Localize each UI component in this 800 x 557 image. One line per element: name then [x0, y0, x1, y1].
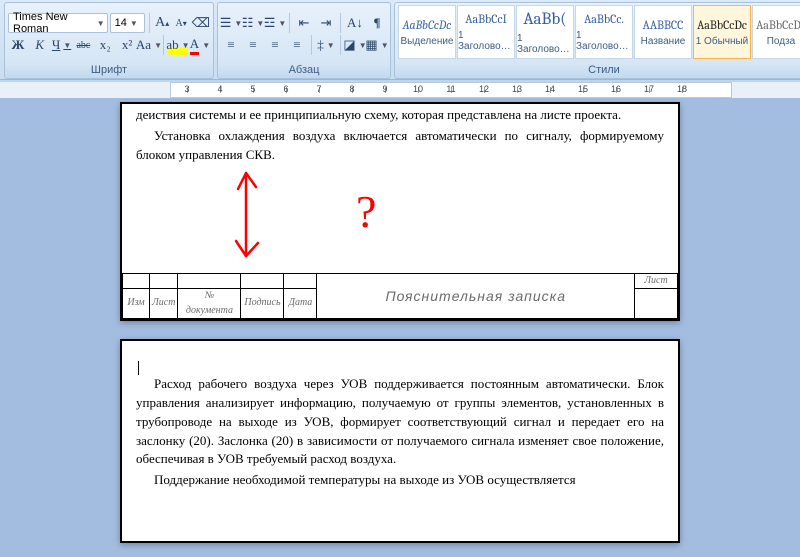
- underline-button[interactable]: Ч▼: [52, 35, 72, 55]
- numbering-button[interactable]: ☷▼: [243, 13, 263, 33]
- shrink-font-button[interactable]: A▾: [173, 13, 190, 33]
- group-font-label: Шрифт: [8, 63, 210, 78]
- sort-button[interactable]: A↓: [345, 13, 365, 33]
- style-item[interactable]: AaBbCcDc1 Обычный: [693, 5, 751, 59]
- align-left-button[interactable]: ≡: [221, 35, 241, 55]
- group-styles: AaBbCcDcВыделениеAaBbCcI1 Заголово…AaBb(…: [394, 2, 800, 79]
- annotation-arrow-icon: [216, 161, 336, 271]
- style-gallery[interactable]: AaBbCcDcВыделениеAaBbCcI1 Заголово…AaBb(…: [398, 5, 800, 59]
- style-item[interactable]: AaBb(1 Заголово…: [516, 5, 574, 59]
- paragraph[interactable]: Поддержание необходимой температуры на в…: [136, 471, 664, 490]
- ribbon: Times New Roman ▼ 14 ▼ A▴ A▾ ⌫ Ж К Ч▼ ab…: [0, 0, 800, 80]
- paragraph[interactable]: Установка охлаждения воздуха включается …: [136, 127, 664, 165]
- style-item[interactable]: AABBCCНазвание: [634, 5, 692, 59]
- group-para-label: Абзац: [221, 63, 387, 78]
- annotation-question-mark: ?: [356, 179, 376, 246]
- font-name-combo[interactable]: Times New Roman ▼: [8, 13, 108, 33]
- document-area[interactable]: деиствия системы и ее принципиальную схе…: [0, 98, 800, 557]
- grow-font-button[interactable]: A▴: [154, 13, 171, 33]
- bullets-button[interactable]: ☰▼: [221, 13, 241, 33]
- style-item[interactable]: AaBbCcDcВыделение: [398, 5, 456, 59]
- align-justify-button[interactable]: ≡: [287, 35, 307, 55]
- font-color-button[interactable]: A▼: [190, 35, 210, 55]
- font-name-value: Times New Roman: [13, 11, 94, 35]
- chevron-down-icon: ▼: [127, 19, 138, 28]
- clear-format-button[interactable]: ⌫: [192, 13, 210, 33]
- paragraph[interactable]: деиствия системы и ее принципиальную схе…: [136, 106, 664, 125]
- subscript-button[interactable]: x₂: [95, 35, 115, 55]
- chevron-down-icon: ▼: [94, 19, 105, 28]
- increase-indent-button[interactable]: ⇥: [316, 13, 336, 33]
- multilevel-button[interactable]: ☲▼: [265, 13, 285, 33]
- decrease-indent-button[interactable]: ⇤: [294, 13, 314, 33]
- group-styles-label: Стили: [398, 63, 800, 78]
- style-item[interactable]: AaBbCc.1 Заголово…: [575, 5, 633, 59]
- line-spacing-button[interactable]: ‡▼: [316, 35, 336, 55]
- italic-button[interactable]: К: [30, 35, 50, 55]
- group-paragraph: ☰▼ ☷▼ ☲▼ ⇤ ⇥ A↓ ¶ ≡ ≡ ≡ ≡ ‡▼ ◪▼ ▦▼: [217, 2, 391, 79]
- page-2: Расход рабочего воздуха через УОВ поддер…: [120, 339, 680, 543]
- group-font: Times New Roman ▼ 14 ▼ A▴ A▾ ⌫ Ж К Ч▼ ab…: [4, 2, 214, 79]
- font-size-value: 14: [115, 17, 127, 29]
- strike-button[interactable]: abc: [73, 35, 93, 55]
- sheet-label: Лист: [635, 273, 678, 289]
- align-center-button[interactable]: ≡: [243, 35, 263, 55]
- align-right-button[interactable]: ≡: [265, 35, 285, 55]
- text-cursor: [138, 361, 139, 375]
- style-item[interactable]: AaBbCcI1 Заголово…: [457, 5, 515, 59]
- title-block-table: Пояснительная записка Лист Изм Лист № до…: [122, 273, 678, 320]
- borders-button[interactable]: ▦▼: [367, 35, 387, 55]
- shading-button[interactable]: ◪▼: [345, 35, 365, 55]
- font-size-combo[interactable]: 14 ▼: [110, 13, 145, 33]
- paragraph[interactable]: Расход рабочего воздуха через УОВ поддер…: [136, 375, 664, 469]
- style-item[interactable]: AaBbCcDcПодза: [752, 5, 800, 59]
- highlight-button[interactable]: ab▼: [168, 35, 188, 55]
- show-marks-button[interactable]: ¶: [367, 13, 387, 33]
- change-case-button[interactable]: Aa▼: [139, 35, 159, 55]
- bold-button[interactable]: Ж: [8, 35, 28, 55]
- superscript-button[interactable]: x²: [117, 35, 137, 55]
- page-1: деиствия системы и ее принципиальную схе…: [120, 102, 680, 321]
- title-block-title: Пояснительная записка: [317, 273, 635, 319]
